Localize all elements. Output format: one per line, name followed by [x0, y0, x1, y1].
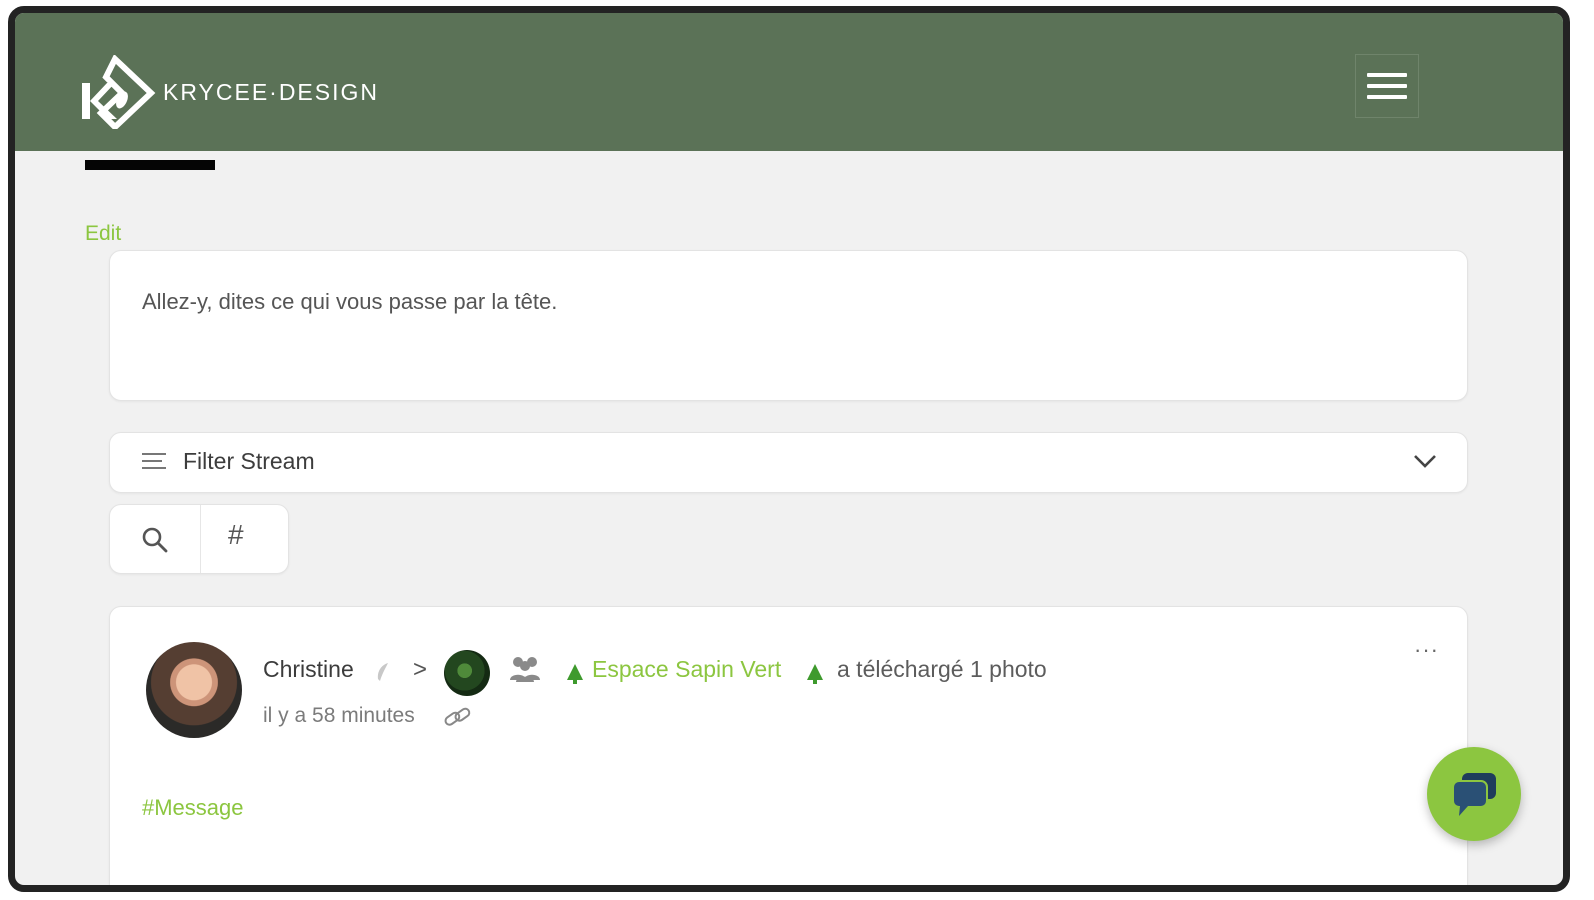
kd-logo-icon — [82, 55, 156, 129]
post-hashtag[interactable]: #Message — [142, 795, 244, 821]
group-users-icon — [510, 657, 540, 682]
post-target-separator: > — [413, 656, 428, 683]
hamburger-menu-button[interactable] — [1355, 54, 1419, 118]
brand-name: KRYCEE·DESIGN — [163, 78, 380, 105]
permalink-icon[interactable] — [443, 707, 473, 729]
pine-tree-icon — [807, 664, 823, 684]
section-indicator-bar — [85, 160, 215, 170]
top-navigation-bar: KRYCEE·DESIGN — [15, 13, 1563, 151]
post-options-button[interactable]: ··· — [1414, 637, 1439, 663]
tool-divider — [200, 505, 201, 573]
space-avatar[interactable] — [444, 650, 490, 696]
author-avatar[interactable] — [146, 642, 242, 738]
brand-logo[interactable]: KRYCEE·DESIGN — [73, 55, 379, 129]
chat-button[interactable] — [1427, 747, 1521, 841]
edit-link[interactable]: Edit — [85, 222, 121, 246]
filter-stream-label: Filter Stream — [183, 448, 315, 474]
post-author-name[interactable]: Christine — [263, 656, 354, 683]
post-composer[interactable]: Allez-y, dites ce qui vous passe par la … — [109, 250, 1468, 401]
post-timestamp[interactable]: il y a 58 minutes — [263, 704, 415, 728]
menu-line — [1367, 84, 1407, 88]
hashtag-filter-button[interactable]: # — [228, 519, 244, 551]
space-link[interactable]: Espace Sapin Vert — [592, 656, 781, 683]
activity-post-card: Christine > Espace Sapin Vert a téléchar… — [109, 606, 1468, 885]
menu-line — [1367, 73, 1407, 77]
menu-line — [1367, 95, 1407, 99]
post-action-text: a téléchargé 1 photo — [837, 656, 1047, 682]
search-icon[interactable] — [140, 525, 170, 555]
filter-lines-icon — [142, 453, 166, 469]
composer-placeholder[interactable]: Allez-y, dites ce qui vous passe par la … — [142, 289, 557, 315]
feather-icon — [377, 663, 388, 681]
pine-tree-icon — [567, 664, 583, 684]
stream-search-tools: # — [109, 504, 289, 574]
app-window: KRYCEE·DESIGN Edit Allez-y, dites ce qui… — [8, 6, 1570, 892]
filter-stream-dropdown[interactable]: Filter Stream — [109, 432, 1468, 493]
chat-bubbles-icon — [1452, 773, 1496, 816]
chevron-down-icon[interactable] — [1413, 453, 1437, 469]
